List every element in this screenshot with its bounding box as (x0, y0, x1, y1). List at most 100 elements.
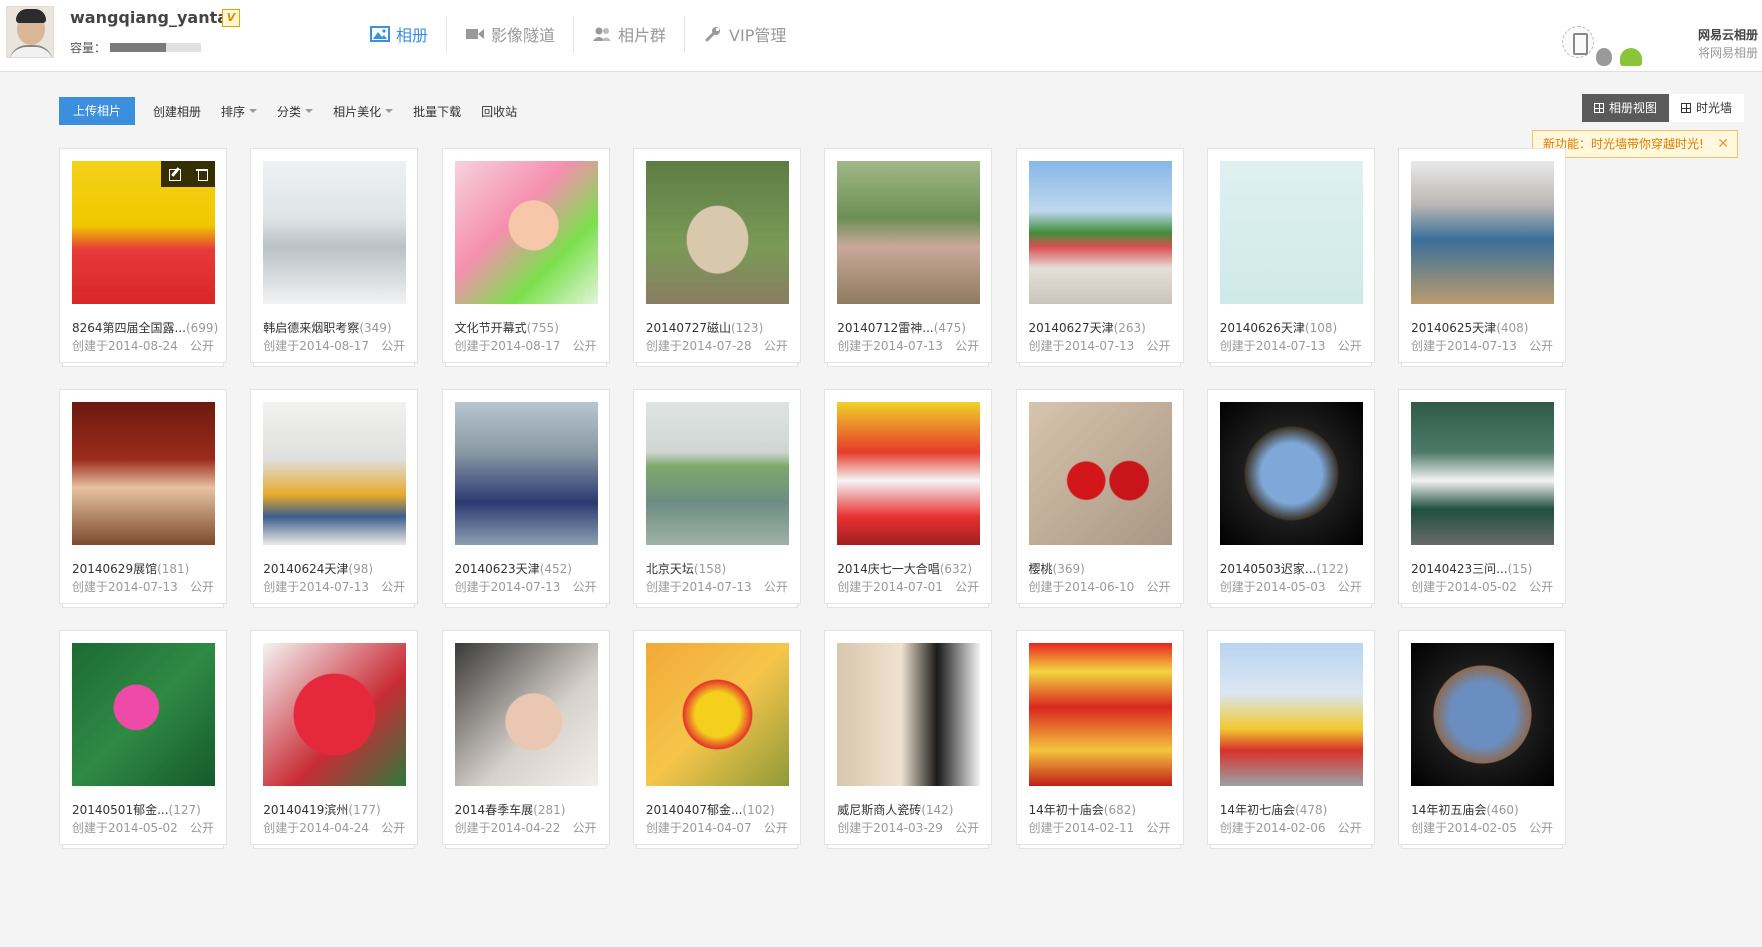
album-card[interactable]: 威尼斯商人瓷砖(142) 创建于2014-03-29 公开 (824, 630, 993, 849)
album-card[interactable]: 20140423三问...(15) 创建于2014-05-02 公开 (1398, 389, 1567, 608)
album-card[interactable]: 20140503迟家...(122) 创建于2014-05-03 公开 (1206, 389, 1375, 608)
album-cover-image[interactable] (645, 643, 789, 786)
album-title[interactable]: 韩启德来烟职考察(349) (263, 319, 391, 336)
album-cover-image[interactable] (454, 161, 598, 304)
album-cover-image[interactable] (72, 402, 215, 545)
album-card[interactable]: 樱桃(369) 创建于2014-06-10 公开 (1015, 389, 1184, 608)
album-title-text: 20140629展馆 (72, 562, 158, 576)
album-view-button[interactable]: 相册视图 (1582, 94, 1670, 122)
album-cover-image[interactable] (1411, 161, 1555, 304)
album-card[interactable]: 20140712雷神...(475) 创建于2014-07-13 公开 (824, 148, 993, 367)
album-title[interactable]: 2014庆七一大合唱(632) (837, 560, 972, 577)
album-cover-image[interactable] (1411, 402, 1555, 545)
album-cover-image[interactable] (645, 402, 789, 545)
edit-icon[interactable] (168, 167, 182, 181)
album-cover-image[interactable] (1411, 643, 1555, 786)
album-card[interactable]: 20140629展馆(181) 创建于2014-07-13 公开 (59, 389, 227, 608)
sort-label: 排序 (221, 104, 246, 119)
album-title[interactable]: 20140423三问...(15) (1411, 560, 1532, 577)
album-title[interactable]: 20140503迟家...(122) (1220, 560, 1349, 577)
album-card[interactable]: 2014春季车展(281) 创建于2014-04-22 公开 (441, 630, 610, 849)
nav-vip-manage[interactable]: VIP管理 (685, 16, 804, 52)
album-cover-image[interactable] (263, 402, 407, 545)
album-title[interactable]: 20140624天津(98) (263, 560, 373, 577)
album-title[interactable]: 20140501郁金...(127) (72, 801, 201, 818)
album-photo-count: (181) (157, 562, 190, 576)
batch-download-button[interactable]: 批量下载 (403, 103, 471, 120)
album-card[interactable]: 2014庆七一大合唱(632) 创建于2014-07-01 公开 (824, 389, 993, 608)
album-title[interactable]: 20140625天津(408) (1411, 319, 1528, 336)
album-cover-image[interactable] (263, 161, 407, 304)
album-title[interactable]: 14年初五庙会(460) (1411, 801, 1519, 818)
album-title[interactable]: 北京天坛(158) (646, 560, 726, 577)
album-card[interactable]: 20140407郁金...(102) 创建于2014-04-07 公开 (632, 630, 801, 849)
album-card[interactable]: 文化节开幕式(755) 创建于2014-08-17 公开 (441, 148, 610, 367)
album-cover-image[interactable] (1028, 643, 1172, 786)
mobile-app-promo[interactable]: 网易云相册 将网易相册 (1556, 18, 1762, 72)
album-title[interactable]: 樱桃(369) (1029, 560, 1085, 577)
album-title[interactable]: 20140712雷神...(475) (837, 319, 966, 336)
album-title[interactable]: 20140727磁山(123) (646, 319, 763, 336)
album-cover-image[interactable] (263, 643, 407, 786)
album-title[interactable]: 20140623天津(452) (455, 560, 572, 577)
album-cover-image[interactable] (1219, 643, 1363, 786)
album-photo-count: (475) (933, 321, 966, 335)
nav-album[interactable]: 相册 (352, 16, 448, 52)
album-cover-image[interactable] (1219, 402, 1363, 545)
album-title-text: 14年初五庙会 (1411, 803, 1487, 817)
album-card[interactable]: 20140419滨州(177) 创建于2014-04-24 公开 (250, 630, 419, 849)
album-privacy-status: 公开 (1529, 339, 1554, 353)
album-title[interactable]: 20140407郁金...(102) (646, 801, 775, 818)
create-album-button[interactable]: 创建相册 (143, 103, 211, 120)
album-title[interactable]: 8264第四届全国露...(699) (72, 319, 218, 336)
album-cover-image[interactable] (1028, 402, 1172, 545)
album-cover-image[interactable] (1028, 161, 1172, 304)
username[interactable]: wangqiang_yantai (70, 8, 234, 27)
album-card[interactable]: 8264第四届全国露...(699) 创建于2014-08-24 公开 (59, 148, 227, 367)
album-cover-image[interactable] (837, 643, 981, 786)
album-title-text: 8264第四届全国露... (72, 321, 186, 335)
album-title[interactable]: 2014春季车展(281) (455, 801, 566, 818)
album-cover-image[interactable] (72, 643, 215, 786)
nav-photo-group[interactable]: 相片群 (574, 16, 686, 52)
album-cover-image[interactable] (454, 643, 598, 786)
album-card[interactable]: 北京天坛(158) 创建于2014-07-13 公开 (632, 389, 801, 608)
album-title[interactable]: 20140627天津(263) (1029, 319, 1146, 336)
album-title[interactable]: 20140419滨州(177) (263, 801, 380, 818)
vip-badge-icon[interactable]: V (222, 9, 240, 27)
album-card[interactable]: 20140624天津(98) 创建于2014-07-13 公开 (250, 389, 419, 608)
album-privacy-status: 公开 (1146, 580, 1171, 594)
album-created-date: 创建于2014-07-13 (645, 580, 752, 594)
album-title[interactable]: 20140629展馆(181) (72, 560, 189, 577)
album-card[interactable]: 20140626天津(108) 创建于2014-07-13 公开 (1206, 148, 1375, 367)
album-card[interactable]: 14年初七庙会(478) 创建于2014-02-06 公开 (1206, 630, 1375, 849)
album-title[interactable]: 20140626天津(108) (1220, 319, 1337, 336)
album-card[interactable]: 20140501郁金...(127) 创建于2014-05-02 公开 (59, 630, 227, 849)
album-title[interactable]: 文化节开幕式(755) (455, 319, 559, 336)
recycle-bin-button[interactable]: 回收站 (471, 103, 527, 120)
album-title[interactable]: 威尼斯商人瓷砖(142) (837, 801, 953, 818)
album-card[interactable]: 20140727磁山(123) 创建于2014-07-28 公开 (632, 148, 801, 367)
trash-icon[interactable] (195, 167, 209, 181)
nav-video-tunnel[interactable]: 影像隧道 (447, 16, 575, 52)
album-title[interactable]: 14年初七庙会(478) (1220, 801, 1328, 818)
album-cover-image[interactable] (837, 402, 981, 545)
album-cover-image[interactable] (1219, 161, 1363, 304)
album-card[interactable]: 20140627天津(263) 创建于2014-07-13 公开 (1015, 148, 1184, 367)
timeline-button[interactable]: 时光墙 (1669, 94, 1745, 122)
close-icon[interactable]: ✕ (1717, 131, 1729, 157)
album-card[interactable]: 14年初五庙会(460) 创建于2014-02-05 公开 (1398, 630, 1567, 849)
album-card[interactable]: 20140625天津(408) 创建于2014-07-13 公开 (1398, 148, 1567, 367)
album-title[interactable]: 14年初十庙会(682) (1029, 801, 1137, 818)
album-cover-image[interactable] (837, 161, 981, 304)
upload-photo-button[interactable]: 上传相片 (59, 97, 136, 125)
category-dropdown[interactable]: 分类 (267, 103, 323, 120)
album-cover-image[interactable] (454, 402, 598, 545)
beautify-dropdown[interactable]: 相片美化 (323, 103, 403, 120)
album-card[interactable]: 20140623天津(452) 创建于2014-07-13 公开 (441, 389, 610, 608)
sort-dropdown[interactable]: 排序 (211, 103, 267, 120)
album-card[interactable]: 韩启德来烟职考察(349) 创建于2014-08-17 公开 (250, 148, 419, 367)
album-card[interactable]: 14年初十庙会(682) 创建于2014-02-11 公开 (1015, 630, 1184, 849)
avatar[interactable] (6, 6, 54, 58)
album-cover-image[interactable] (645, 161, 789, 304)
